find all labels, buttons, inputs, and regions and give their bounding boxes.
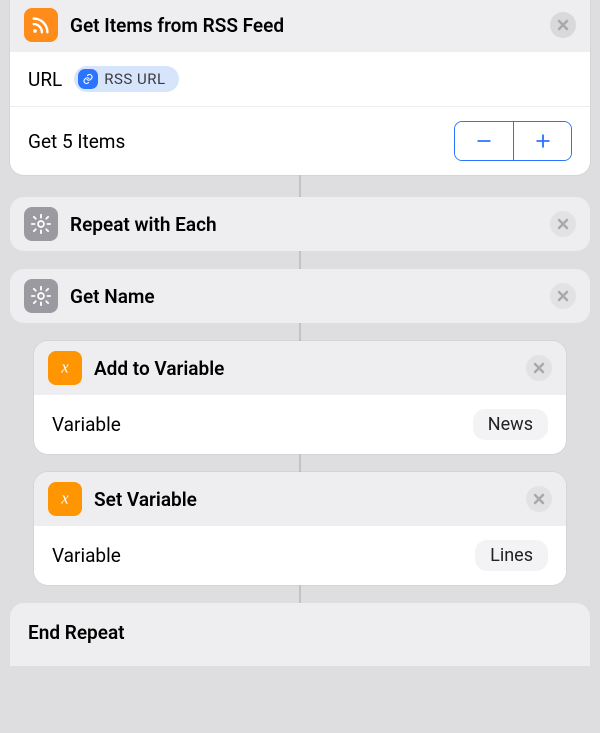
- items-label: Get 5 Items: [28, 130, 125, 153]
- url-row: URL RSS URL: [10, 52, 590, 106]
- rss-icon: [24, 8, 58, 42]
- quantity-stepper: [454, 121, 572, 161]
- addvar-value[interactable]: News: [473, 409, 548, 440]
- repeat-action-card: Repeat with Each: [10, 197, 590, 251]
- setvar-value[interactable]: Lines: [475, 540, 548, 571]
- end-repeat-card: End Repeat: [10, 603, 590, 666]
- getname-action-card: Get Name: [10, 269, 590, 323]
- addvar-action-card: x Add to Variable Variable News: [34, 341, 566, 454]
- rss-url-token[interactable]: RSS URL: [74, 66, 178, 92]
- url-label: URL: [28, 68, 62, 91]
- gear-icon: [24, 279, 58, 313]
- close-icon[interactable]: [550, 12, 576, 38]
- stepper-increment[interactable]: [513, 122, 571, 160]
- setvar-action-card: x Set Variable Variable Lines: [34, 472, 566, 585]
- setvar-row: Variable Lines: [34, 526, 566, 585]
- variable-icon: x: [48, 351, 82, 385]
- addvar-row: Variable News: [34, 395, 566, 454]
- rss-header: Get Items from RSS Feed: [10, 0, 590, 52]
- token-text: RSS URL: [104, 70, 165, 88]
- stepper-decrement[interactable]: [455, 122, 513, 160]
- close-icon[interactable]: [526, 355, 552, 381]
- addvar-field: Variable: [52, 413, 121, 436]
- close-icon[interactable]: [526, 486, 552, 512]
- variable-icon: x: [48, 482, 82, 516]
- link-icon: [78, 69, 98, 89]
- svg-text:x: x: [60, 358, 69, 377]
- setvar-title: Set Variable: [94, 488, 514, 511]
- repeat-title: Repeat with Each: [70, 213, 538, 236]
- gear-icon: [24, 207, 58, 241]
- svg-text:x: x: [60, 489, 69, 508]
- addvar-title: Add to Variable: [94, 357, 514, 380]
- rss-action-card: Get Items from RSS Feed URL RSS URL Get …: [10, 0, 590, 175]
- rss-title: Get Items from RSS Feed: [70, 14, 538, 37]
- setvar-field: Variable: [52, 544, 121, 567]
- item-count-row: Get 5 Items: [10, 106, 590, 175]
- getname-title: Get Name: [70, 285, 538, 308]
- close-icon[interactable]: [550, 283, 576, 309]
- close-icon[interactable]: [550, 211, 576, 237]
